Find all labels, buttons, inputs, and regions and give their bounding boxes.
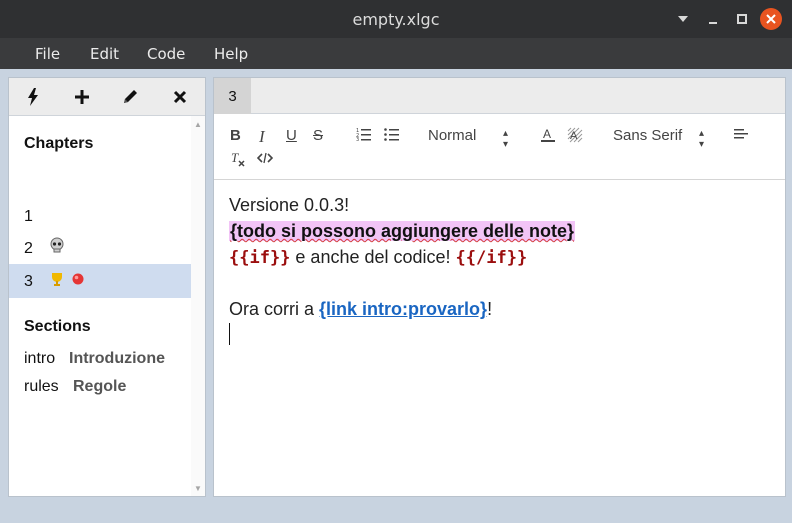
align-left-icon	[734, 129, 748, 139]
svg-text:T: T	[231, 151, 239, 165]
section-value-intro[interactable]: Introduzione	[69, 350, 165, 368]
close-icon	[766, 14, 776, 24]
sidebar: Chapters 1 2 3 Sections intro Introduzio…	[8, 77, 206, 497]
minimize-button[interactable]	[702, 8, 724, 30]
chapter-label: 2	[24, 240, 33, 257]
lightning-icon	[28, 88, 38, 106]
chapter-item-1[interactable]: 1	[9, 199, 191, 233]
align-button[interactable]	[733, 127, 749, 145]
section-key-rules[interactable]: rules	[24, 378, 59, 396]
chapters-heading: Chapters	[24, 135, 94, 152]
window-menu-button[interactable]	[672, 8, 694, 30]
menu-help[interactable]: Help	[214, 45, 248, 63]
strike-button[interactable]: S	[313, 127, 323, 144]
sections-heading: Sections	[24, 318, 91, 335]
chapter-item-2[interactable]: 2	[9, 231, 191, 265]
plus-icon	[75, 90, 89, 104]
ordered-list-icon: 123	[356, 128, 371, 143]
background-color-button[interactable]: A	[567, 127, 583, 147]
maximize-button[interactable]	[731, 8, 753, 30]
skull-icon	[49, 237, 65, 256]
bold-button[interactable]: B	[230, 127, 241, 144]
bullet-list-button[interactable]	[384, 127, 400, 145]
chapter-item-3[interactable]: 3	[9, 264, 191, 298]
clear-format-button[interactable]: T	[230, 150, 246, 171]
svg-text:A: A	[570, 130, 578, 142]
menu-edit[interactable]: Edit	[90, 45, 119, 63]
menu-bar: File Edit Code Help	[0, 38, 792, 69]
editor-toolbar: B I U S 123 Normal ▴ ▾ A A Sans Serif ▴ ▾ …	[214, 115, 785, 180]
scroll-down-icon[interactable]: ▼	[194, 484, 202, 493]
ordered-list-button[interactable]: 123	[356, 127, 372, 145]
font-color-button[interactable]: A	[540, 127, 556, 147]
trophy-icon	[49, 271, 65, 290]
section-key-intro[interactable]: intro	[24, 350, 55, 368]
bullet-list-icon	[384, 128, 399, 141]
underline-button[interactable]: U	[286, 127, 297, 144]
pencil-icon	[124, 90, 137, 103]
clear-format-icon: T	[231, 150, 245, 167]
version-text: Versione 0.0.3!	[229, 195, 350, 215]
tab-chapter-3[interactable]: 3	[214, 78, 251, 114]
add-button[interactable]	[69, 85, 95, 109]
italic-button[interactable]: I	[259, 127, 265, 147]
red-dot-icon	[71, 272, 85, 289]
svg-text:3: 3	[356, 137, 359, 141]
header-select-value: Normal	[428, 127, 477, 144]
close-window-button[interactable]	[760, 8, 782, 30]
edit-button[interactable]	[117, 85, 143, 109]
editor-line-3: {{if}} e anche del codice! {{/if}}	[229, 247, 527, 268]
svg-text:A: A	[543, 127, 551, 141]
link-suffix-text: !	[487, 299, 493, 319]
menu-file[interactable]: File	[35, 45, 60, 63]
code-button[interactable]	[256, 151, 274, 169]
font-color-icon: A	[541, 127, 555, 142]
menu-code[interactable]: Code	[147, 45, 185, 63]
code-open-tag: {{if}}	[229, 248, 291, 268]
close-icon	[173, 90, 187, 104]
chapter-label: 3	[24, 273, 33, 290]
text-cursor	[229, 323, 230, 345]
section-value-rules[interactable]: Regole	[73, 378, 126, 396]
scroll-up-icon[interactable]: ▲	[194, 120, 202, 129]
select-arrows-icon: ▴ ▾	[503, 128, 509, 150]
sidebar-list: Chapters 1 2 3 Sections intro Introduzio…	[9, 116, 191, 496]
chapter-label: 1	[24, 208, 33, 225]
todo-note: {todo si possono aggiungere delle note}	[229, 221, 576, 241]
font-select[interactable]: Sans Serif ▴ ▾	[613, 127, 713, 150]
font-select-value: Sans Serif	[613, 127, 683, 144]
code-icon	[256, 152, 274, 164]
editor-line-2: {todo si possono aggiungere delle note}	[229, 221, 576, 242]
code-description-text: e anche del codice!	[290, 247, 456, 267]
title-bar: empty.xlgc	[0, 0, 792, 38]
sidebar-scrollbar[interactable]: ▲ ▼	[191, 116, 205, 496]
select-arrows-icon: ▴ ▾	[699, 128, 705, 150]
maximize-icon	[737, 14, 747, 24]
highlight-icon: A	[567, 127, 583, 143]
header-select[interactable]: Normal ▴ ▾	[428, 127, 518, 150]
tab-bar: 3	[214, 78, 785, 114]
lightning-button[interactable]	[20, 85, 46, 109]
editor-line-4: Ora corri a {link intro:provarlo}!	[229, 299, 492, 320]
editor-panel: 3 B I U S 123 Normal ▴ ▾ A A Sans Serif ▴…	[213, 77, 786, 497]
editor-line-1: Versione 0.0.3!	[229, 195, 349, 216]
intro-link[interactable]: {link intro:provarlo}	[319, 299, 487, 319]
link-prefix-text: Ora corri a	[229, 299, 320, 319]
chevron-down-icon	[678, 16, 688, 22]
delete-button[interactable]	[167, 85, 193, 109]
sidebar-toolbar	[9, 78, 205, 116]
code-close-tag: {{/if}}	[455, 248, 528, 268]
minimize-icon	[709, 22, 717, 24]
